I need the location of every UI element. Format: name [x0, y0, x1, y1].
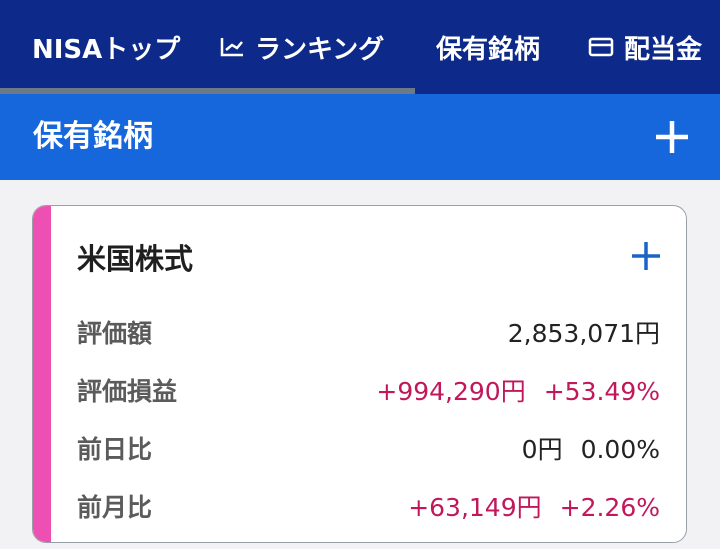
- card-icon: [588, 37, 614, 57]
- tab-label: ランキング: [255, 34, 385, 65]
- row-label: 前月比: [77, 493, 153, 522]
- chart-icon: [219, 36, 245, 58]
- tab-ranking[interactable]: ランキング: [219, 0, 384, 94]
- row-value: 0円: [521, 435, 563, 464]
- top-tab-bar: NISAトップ ランキング 保有銘柄 配当金: [0, 0, 720, 94]
- row-values: +63,149円 +2.26%: [408, 488, 660, 528]
- plus-icon[interactable]: [629, 239, 663, 273]
- row-label: 前日比: [77, 435, 153, 464]
- tab-label: NISAトップ: [32, 34, 181, 65]
- tab-nisa-top[interactable]: NISAトップ: [32, 0, 180, 94]
- tab-label: 配当金: [624, 34, 703, 65]
- tab-holdings[interactable]: 保有銘柄: [436, 0, 540, 94]
- row-percent: +2.26%: [559, 493, 660, 522]
- row-value: +994,290円: [376, 377, 526, 406]
- row-month-change: 前月比 +63,149円 +2.26%: [77, 488, 660, 528]
- holdings-card: 米国株式 評価額 2,853,071円 評価損益 +994,290円 +53.49…: [32, 205, 687, 543]
- row-percent: +53.49%: [543, 377, 660, 406]
- row-values: +994,290円 +53.49%: [376, 372, 660, 412]
- row-values: 0円 0.00%: [522, 430, 660, 470]
- tab-dividends[interactable]: 配当金: [588, 0, 702, 94]
- card-accent-bar: [33, 206, 51, 542]
- plus-icon[interactable]: [653, 118, 691, 156]
- page-header: 保有銘柄: [0, 94, 720, 180]
- row-valuation: 評価額 2,853,071円: [77, 314, 660, 354]
- card-title: 米国株式: [77, 242, 194, 276]
- row-value: +63,149円: [408, 493, 542, 522]
- row-value: 2,853,071円: [507, 319, 660, 348]
- row-day-change: 前日比 0円 0.00%: [77, 430, 660, 470]
- row-percent: 0.00%: [580, 435, 660, 464]
- row-label: 評価額: [77, 319, 153, 348]
- tab-label: 保有銘柄: [436, 34, 541, 65]
- page-title: 保有銘柄: [33, 119, 153, 154]
- row-profit-loss: 評価損益 +994,290円 +53.49%: [77, 372, 660, 412]
- row-label: 評価損益: [77, 377, 178, 406]
- row-values: 2,853,071円: [508, 314, 660, 354]
